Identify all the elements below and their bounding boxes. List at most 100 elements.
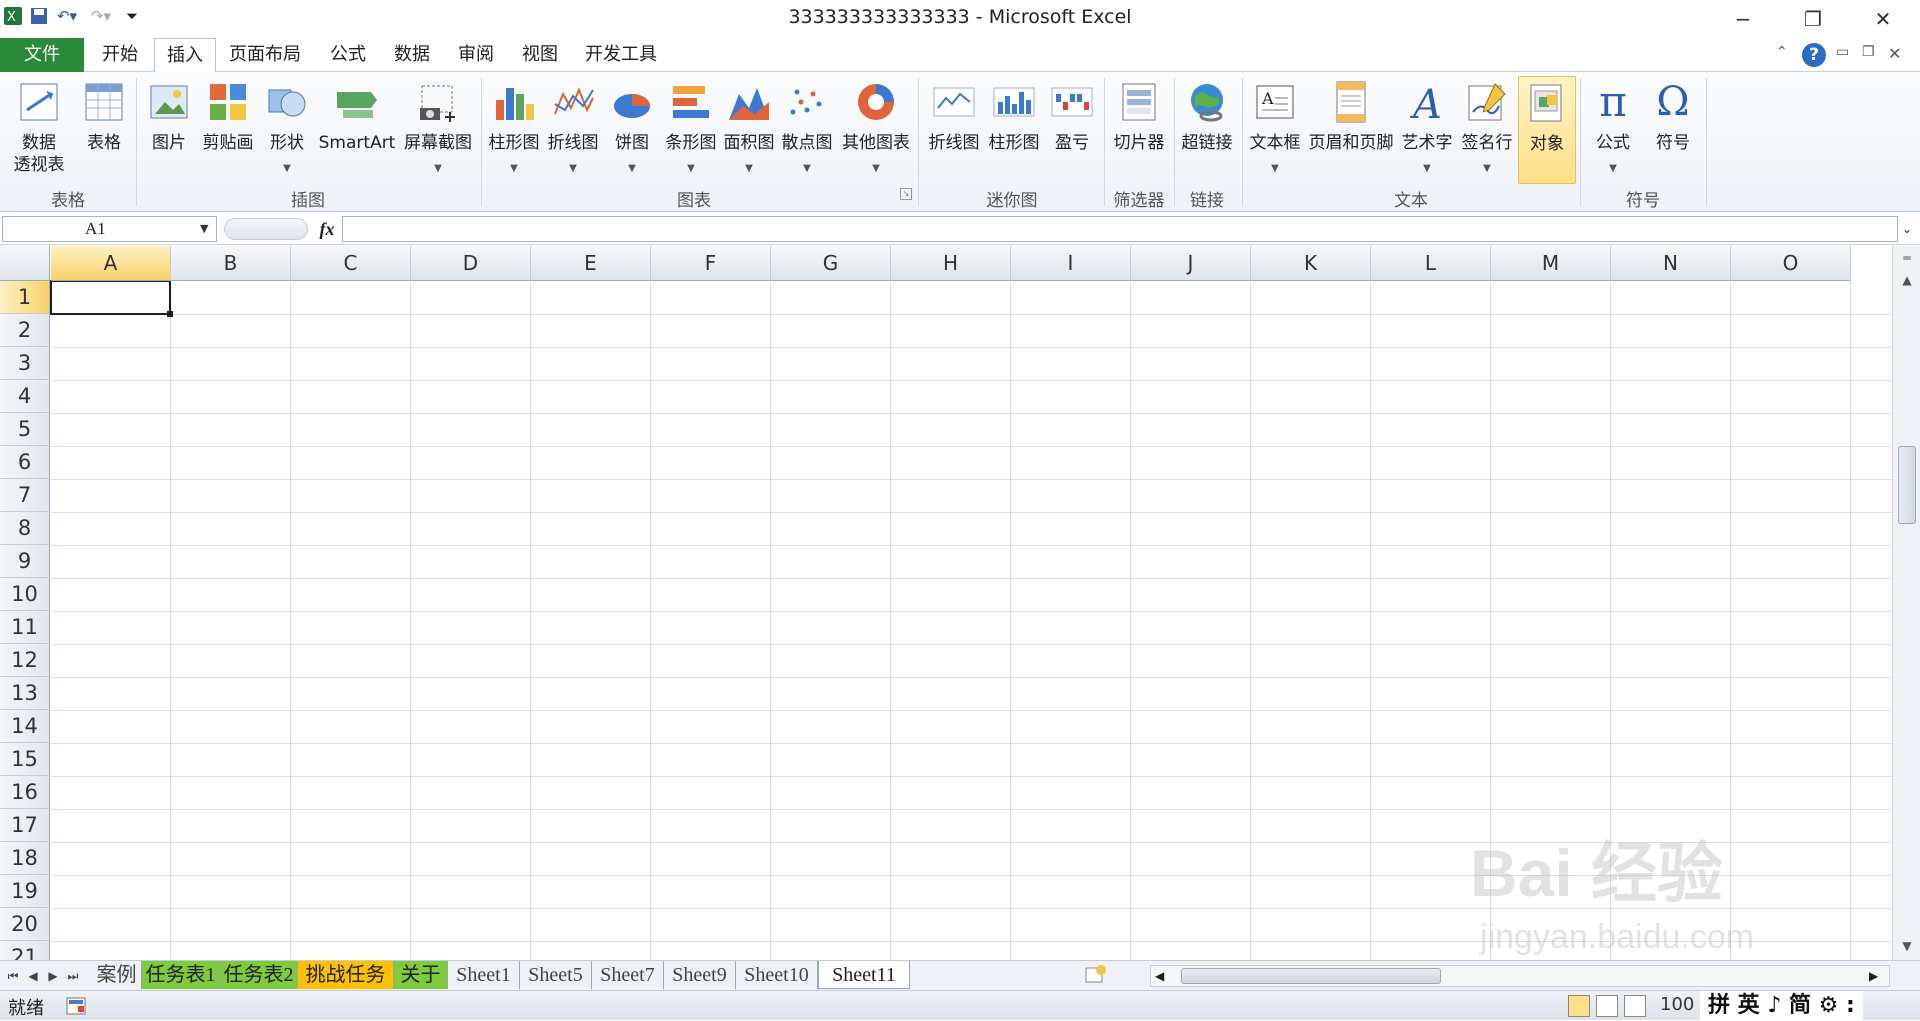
row-header[interactable]: 16: [0, 776, 50, 809]
tab-developer[interactable]: 开发工具: [576, 38, 666, 72]
insert-function-button[interactable]: fx: [314, 216, 340, 242]
column-header[interactable]: L: [1371, 246, 1491, 281]
ime-toolbar[interactable]: 拼 英 ♪ 简 ⚙ :: [1700, 991, 1863, 1021]
help-icon[interactable]: ?: [1802, 43, 1826, 67]
name-box[interactable]: A1: [2, 216, 217, 242]
row-header[interactable]: 8: [0, 512, 50, 545]
split-box-icon[interactable]: ═: [1896, 248, 1918, 268]
row-header[interactable]: 5: [0, 413, 50, 446]
column-header[interactable]: O: [1731, 246, 1851, 281]
pivot-table-button[interactable]: 数据 透视表: [4, 76, 74, 184]
insert-sheet-icon[interactable]: [1082, 964, 1110, 988]
prev-sheet-icon[interactable]: ◀: [24, 965, 42, 987]
scroll-right-icon[interactable]: ▶: [1869, 968, 1883, 984]
row-header[interactable]: 21: [0, 941, 50, 960]
shapes-button[interactable]: 形状 ▼: [260, 76, 314, 184]
sheet-tab[interactable]: Sheet9: [664, 961, 736, 989]
other-charts-button[interactable]: 其他图表 ▼: [838, 76, 914, 184]
column-header[interactable]: I: [1011, 246, 1131, 281]
equation-button[interactable]: π 公式 ▼: [1584, 76, 1642, 184]
sparkline-winloss-button[interactable]: 盈亏: [1044, 76, 1100, 184]
row-header[interactable]: 14: [0, 710, 50, 743]
tab-review[interactable]: 审阅: [446, 38, 506, 72]
formula-bar-splitter[interactable]: [224, 218, 308, 240]
doc-restore-icon[interactable]: ❐: [1862, 44, 1880, 66]
textbox-button[interactable]: A 文本框 ▼: [1246, 76, 1304, 184]
row-header[interactable]: 17: [0, 809, 50, 842]
active-cell-a1[interactable]: [50, 280, 171, 315]
row-header[interactable]: 19: [0, 875, 50, 908]
doc-minimize-icon[interactable]: ▭: [1836, 44, 1854, 66]
row-header[interactable]: 10: [0, 578, 50, 611]
row-header[interactable]: 20: [0, 908, 50, 941]
row-header[interactable]: 11: [0, 611, 50, 644]
line-chart-button[interactable]: 折线图 ▼: [544, 76, 602, 184]
macro-record-icon[interactable]: [66, 996, 86, 1016]
sheet-tab[interactable]: 案例: [92, 961, 142, 989]
table-button[interactable]: 表格: [76, 76, 132, 184]
name-box-dropdown-icon[interactable]: ▼: [200, 218, 214, 240]
symbol-button[interactable]: Ω 符号: [1644, 76, 1702, 184]
header-footer-button[interactable]: 页眉和页脚: [1306, 76, 1396, 184]
row-header[interactable]: 9: [0, 545, 50, 578]
vertical-scroll-thumb[interactable]: [1898, 446, 1916, 524]
column-header[interactable]: J: [1131, 246, 1251, 281]
formula-input[interactable]: [342, 216, 1898, 242]
page-break-view-icon[interactable]: [1624, 995, 1646, 1017]
row-header[interactable]: 3: [0, 347, 50, 380]
restore-button[interactable]: ❐: [1790, 5, 1836, 33]
scroll-down-icon[interactable]: ▼: [1896, 936, 1918, 956]
vertical-scrollbar[interactable]: ═ ▲ ▼: [1892, 246, 1920, 960]
object-button[interactable]: 对象: [1518, 76, 1576, 184]
scroll-left-icon[interactable]: ◀: [1155, 968, 1169, 984]
column-header[interactable]: B: [171, 246, 291, 281]
column-header[interactable]: M: [1491, 246, 1611, 281]
tab-view[interactable]: 视图: [510, 38, 570, 72]
bar-chart-button[interactable]: 条形图 ▼: [662, 76, 720, 184]
sheet-tab[interactable]: Sheet5: [520, 961, 592, 989]
tab-insert[interactable]: 插入: [154, 38, 216, 73]
page-layout-view-icon[interactable]: [1596, 995, 1618, 1017]
area-chart-button[interactable]: 面积图 ▼: [720, 76, 778, 184]
last-sheet-icon[interactable]: ⏭: [64, 965, 82, 987]
sparkline-column-button[interactable]: 柱形图: [984, 76, 1044, 184]
doc-close-icon[interactable]: ✕: [1888, 44, 1906, 66]
sheet-tab[interactable]: 关于: [394, 961, 448, 989]
zoom-level[interactable]: 100: [1660, 994, 1694, 1015]
select-all-corner[interactable]: [0, 246, 50, 281]
horizontal-scroll-thumb[interactable]: [1181, 968, 1441, 984]
sheet-tab[interactable]: Sheet7: [592, 961, 664, 989]
sheet-tab[interactable]: Sheet10: [736, 961, 818, 989]
fill-handle[interactable]: [167, 311, 173, 317]
clipart-button[interactable]: 剪贴画: [198, 76, 258, 184]
column-header[interactable]: N: [1611, 246, 1731, 281]
minimize-button[interactable]: −: [1720, 5, 1766, 33]
row-header[interactable]: 13: [0, 677, 50, 710]
tab-formulas[interactable]: 公式: [318, 38, 378, 72]
normal-view-icon[interactable]: [1568, 995, 1590, 1017]
sheet-tab[interactable]: 任务表2: [220, 961, 298, 989]
column-header[interactable]: C: [291, 246, 411, 281]
smartart-button[interactable]: SmartArt: [316, 76, 398, 184]
close-button[interactable]: ✕: [1860, 5, 1906, 33]
column-header[interactable]: K: [1251, 246, 1371, 281]
column-header[interactable]: G: [771, 246, 891, 281]
picture-button[interactable]: 图片: [142, 76, 196, 184]
pie-chart-button[interactable]: 饼图 ▼: [604, 76, 660, 184]
sparkline-line-button[interactable]: 折线图: [924, 76, 984, 184]
signature-line-button[interactable]: 签名行 ▼: [1458, 76, 1516, 184]
dialog-launcher-icon[interactable]: ↘: [900, 188, 912, 200]
tab-data[interactable]: 数据: [382, 38, 442, 72]
expand-formula-bar-icon[interactable]: ⌄: [1898, 218, 1916, 240]
horizontal-scrollbar[interactable]: ◀ ▶: [1150, 965, 1890, 987]
row-header[interactable]: 2: [0, 314, 50, 347]
row-header[interactable]: 15: [0, 743, 50, 776]
column-header[interactable]: D: [411, 246, 531, 281]
row-header[interactable]: 6: [0, 446, 50, 479]
screenshot-button[interactable]: 屏幕截图 ▼: [400, 76, 476, 184]
column-header[interactable]: A: [51, 246, 171, 281]
collapse-ribbon-icon[interactable]: ⌃: [1776, 44, 1796, 66]
sheet-tab[interactable]: Sheet1: [448, 961, 520, 989]
sheet-tab[interactable]: 挑战任务: [298, 961, 394, 989]
row-header[interactable]: 4: [0, 380, 50, 413]
